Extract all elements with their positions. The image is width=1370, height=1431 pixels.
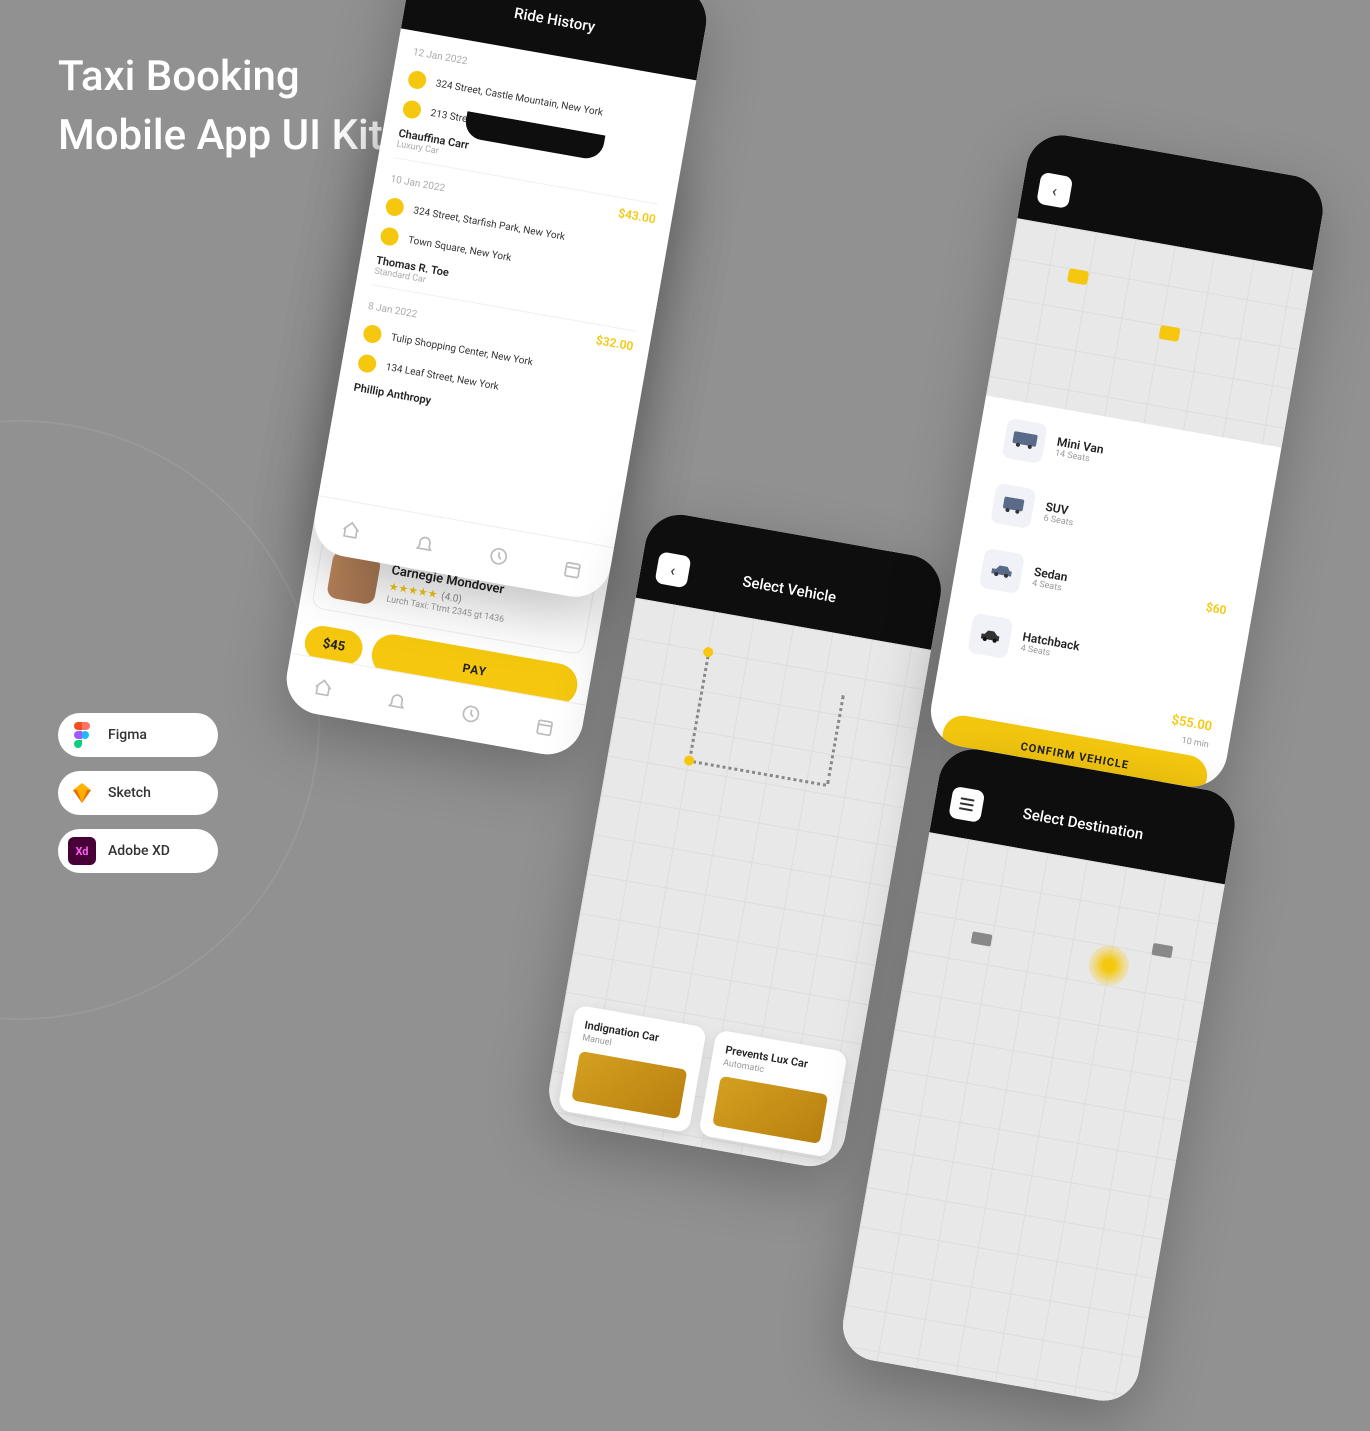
home-icon[interactable] xyxy=(339,518,362,541)
map[interactable] xyxy=(837,832,1224,1406)
tool-badge-figma: Figma xyxy=(58,713,218,757)
bell-icon[interactable] xyxy=(385,689,408,712)
header-title: Select Destination xyxy=(1021,804,1144,843)
car-image xyxy=(571,1051,687,1119)
title-line-2: Mobile App UI Kit xyxy=(58,107,383,166)
history-list: 12 Jan 2022 324 Street, Castle Mountain,… xyxy=(336,28,697,450)
calendar-icon[interactable] xyxy=(561,557,584,580)
tool-label: Figma xyxy=(108,727,147,743)
pickup-icon xyxy=(384,197,405,218)
route-line xyxy=(688,651,710,760)
phone-destination: Select Destination xyxy=(837,744,1240,1407)
rating-value: (4.0) xyxy=(440,591,462,605)
route-dot xyxy=(702,646,714,658)
vehicle-list: Mini Van14 Seats SUV6 Seats Sedan4 Seats… xyxy=(937,396,1281,724)
header-title: Ride History xyxy=(513,4,597,36)
dropoff-icon xyxy=(379,226,400,247)
phone-vehicles: ‹ Mini Van14 Seats SUV6 Seats Sedan4 Sea… xyxy=(925,130,1328,793)
car-card[interactable]: Prevents Lux Car Automatic xyxy=(698,1029,848,1157)
vehicle-price: $60 xyxy=(1205,600,1228,617)
menu-line xyxy=(961,797,975,801)
dropoff-icon xyxy=(402,99,423,120)
tool-badge-sketch: Sketch xyxy=(58,771,218,815)
dropoff-icon xyxy=(357,353,378,374)
menu-line xyxy=(959,807,973,811)
menu-button[interactable] xyxy=(948,786,985,823)
car-card[interactable]: Indignation Car Manuel xyxy=(557,1005,707,1133)
page-title: Taxi Booking Mobile App UI Kit xyxy=(58,48,383,166)
sketch-icon xyxy=(68,779,96,807)
suv-icon xyxy=(990,483,1036,529)
car-cards: Indignation Car Manuel Prevents Lux Car … xyxy=(544,991,862,1172)
header-title: Select Vehicle xyxy=(741,572,837,606)
map[interactable]: Indignation Car Manuel Prevents Lux Car … xyxy=(544,598,931,1172)
figma-icon xyxy=(68,721,96,749)
sedan-icon xyxy=(979,548,1025,594)
car-marker-icon xyxy=(1159,325,1181,342)
home-icon[interactable] xyxy=(311,676,334,699)
clock-icon[interactable] xyxy=(487,544,510,567)
route-dot xyxy=(683,755,695,767)
hatchback-icon xyxy=(967,613,1013,659)
bell-icon[interactable] xyxy=(413,531,436,554)
car-marker-icon xyxy=(1151,943,1173,958)
history-date: 10 Jan 2022 xyxy=(390,174,446,194)
tool-badges: Figma Sketch Xd Adobe XD xyxy=(58,713,218,873)
pickup-icon xyxy=(407,70,428,91)
route-line xyxy=(688,759,826,786)
calendar-icon[interactable] xyxy=(533,715,556,738)
menu-line xyxy=(960,802,974,806)
tool-label: Sketch xyxy=(108,785,151,801)
pickup-icon xyxy=(362,324,383,345)
minivan-icon xyxy=(1002,418,1048,464)
route-line xyxy=(826,695,845,784)
tool-label: Adobe XD xyxy=(108,843,170,859)
back-button[interactable]: ‹ xyxy=(654,551,691,588)
clock-icon[interactable] xyxy=(459,702,482,725)
car-marker-icon xyxy=(1067,268,1089,285)
location-pulse-icon xyxy=(1086,942,1132,988)
xd-icon: Xd xyxy=(68,837,96,865)
tool-badge-xd: Xd Adobe XD xyxy=(58,829,218,873)
car-image xyxy=(712,1076,828,1144)
title-line-1: Taxi Booking xyxy=(58,48,383,107)
history-date: 8 Jan 2022 xyxy=(367,301,418,320)
phones-container: ‹ Payment TAXI TAXI TAXI TAXI Carnegie M… xyxy=(229,0,1370,1194)
back-button[interactable]: ‹ xyxy=(1036,172,1073,209)
car-marker-icon xyxy=(971,931,993,946)
